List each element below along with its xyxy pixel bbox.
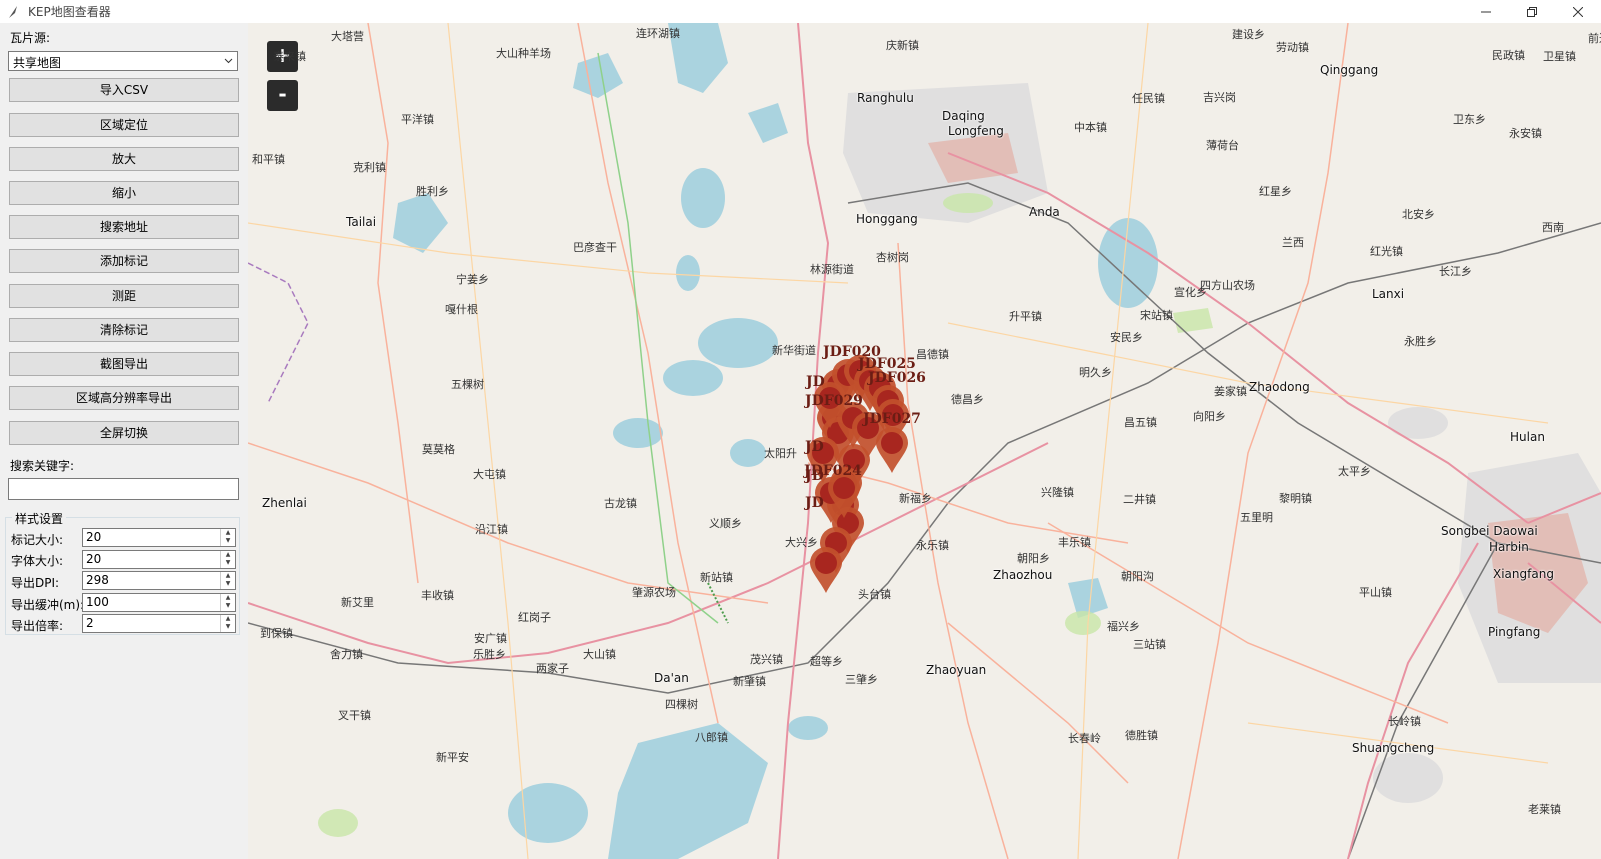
title-bar: KEP地图查看器 [0, 0, 1601, 23]
window-title: KEP地图查看器 [28, 5, 111, 19]
marker-label: JD [805, 495, 824, 511]
clear-markers-button[interactable]: 清除标记 [9, 318, 239, 342]
marker-size-value: 20 [86, 530, 102, 544]
marker-label: JDF027 [863, 411, 921, 427]
chevron-down-icon [224, 58, 233, 64]
map-canvas[interactable]: + - Qinggang Ranghulu Daqing Longfeng Ho… [248, 23, 1601, 859]
font-size-value: 20 [86, 552, 102, 566]
font-size-label: 字体大小: [11, 554, 64, 568]
import-csv-button[interactable]: 导入CSV [9, 78, 239, 102]
close-button[interactable] [1555, 0, 1601, 23]
marker-size-label: 标记大小: [11, 533, 64, 547]
export-buffer-label: 导出缓冲(m): [11, 598, 85, 612]
style-settings-title: 样式设置 [12, 510, 67, 527]
restore-button[interactable] [1509, 0, 1555, 23]
screenshot-export-button[interactable]: 截图导出 [9, 352, 239, 376]
font-size-spinbox[interactable]: 20 ▲ ▼ [82, 550, 236, 569]
spin-arrows-icon[interactable]: ▲ ▼ [220, 615, 235, 632]
spin-arrows-icon[interactable]: ▲ ▼ [220, 529, 235, 546]
add-marker-button[interactable]: 添加标记 [9, 249, 239, 273]
export-buffer-spinbox[interactable]: 100 ▲ ▼ [82, 593, 236, 612]
marker-label: JD [805, 439, 824, 455]
export-scale-value: 2 [86, 616, 94, 630]
search-keyword-label: 搜索关键字: [10, 459, 75, 473]
search-keyword-input[interactable] [8, 478, 239, 500]
export-scale-spinbox[interactable]: 2 ▲ ▼ [82, 614, 236, 633]
export-dpi-spinbox[interactable]: 298 ▲ ▼ [82, 571, 236, 590]
zoom-out-side-button[interactable]: 缩小 [9, 181, 239, 205]
fullscreen-toggle-button[interactable]: 全屏切换 [9, 421, 239, 445]
marker-label: JD [806, 374, 825, 390]
tile-source-value: 共享地图 [13, 56, 62, 70]
map-pin-marker[interactable] [810, 547, 842, 593]
marker-label: JDF024 [804, 463, 862, 479]
hires-export-button[interactable]: 区域高分辨率导出 [9, 386, 239, 410]
spin-arrows-icon[interactable]: ▲ ▼ [220, 572, 235, 589]
search-address-button[interactable]: 搜索地址 [9, 215, 239, 239]
tile-source-select[interactable]: 共享地图 [8, 51, 238, 71]
close-icon [1573, 6, 1583, 17]
export-dpi-label: 导出DPI: [11, 576, 60, 590]
marker-label: JDF026 [868, 370, 926, 386]
marker-label: JDF029 [805, 393, 863, 409]
restore-icon [1527, 6, 1537, 17]
measure-distance-button[interactable]: 测距 [9, 284, 239, 308]
tile-source-label: 瓦片源: [10, 31, 51, 45]
export-buffer-value: 100 [86, 595, 109, 609]
spin-arrows-icon[interactable]: ▲ ▼ [220, 551, 235, 568]
minimize-button[interactable] [1463, 0, 1509, 23]
export-dpi-value: 298 [86, 573, 109, 587]
export-scale-label: 导出倍率: [11, 619, 64, 633]
feather-app-icon [9, 5, 17, 18]
marker-size-spinbox[interactable]: 20 ▲ ▼ [82, 528, 236, 547]
zoom-in-side-button[interactable]: 放大 [9, 147, 239, 171]
region-locate-button[interactable]: 区域定位 [9, 113, 239, 137]
marker-layer [807, 355, 909, 593]
minimize-icon [1481, 11, 1491, 12]
spin-arrows-icon[interactable]: ▲ ▼ [220, 594, 235, 611]
